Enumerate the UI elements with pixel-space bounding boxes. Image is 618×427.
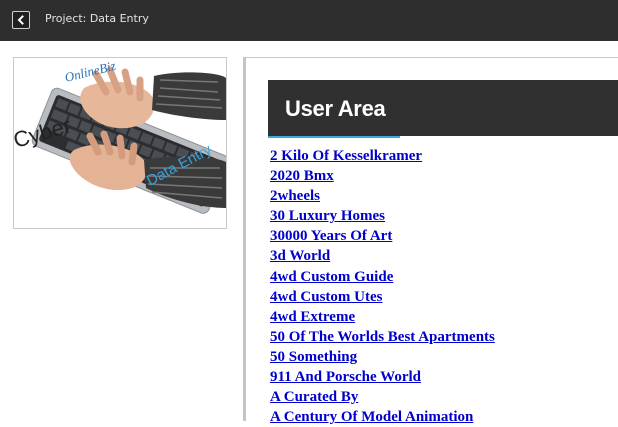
list-item: 4wd Custom Utes — [270, 287, 495, 307]
list-item: 30000 Years Of Art — [270, 226, 495, 246]
list-item: 4wd Custom Guide — [270, 267, 495, 287]
user-area-header: User Area — [268, 80, 618, 136]
chevron-left-icon — [17, 15, 24, 25]
project-link[interactable]: 30000 Years Of Art — [270, 228, 392, 244]
project-link[interactable]: 2 Kilo Of Kesselkramer — [270, 148, 422, 164]
list-item: 50 Of The Worlds Best Apartments — [270, 327, 495, 347]
list-item: 2020 Bmx — [270, 166, 495, 186]
project-link[interactable]: 50 Of The Worlds Best Apartments — [270, 329, 495, 345]
list-item: 911 And Porsche World — [270, 367, 495, 387]
project-thumbnail: Cyber OnlineBiz Data Entry — [13, 57, 227, 229]
back-button[interactable] — [12, 11, 30, 29]
project-link[interactable]: A Curated By — [270, 389, 358, 405]
project-link-list: 2 Kilo Of Kesselkramer 2020 Bmx 2wheels 30 … — [270, 146, 495, 427]
list-item: A Century Of Model Animation — [270, 407, 495, 427]
top-bar: Project: Data Entry — [0, 0, 618, 41]
list-item: 3d World — [270, 246, 495, 266]
content-divider — [243, 57, 246, 421]
project-link[interactable]: 911 And Porsche World — [270, 369, 421, 385]
project-title: Project: Data Entry — [45, 12, 149, 25]
project-link[interactable]: 2020 Bmx — [270, 168, 334, 184]
list-item: 2 Kilo Of Kesselkramer — [270, 146, 495, 166]
project-link[interactable]: A Century Of Model Animation — [270, 409, 473, 425]
content-top-border — [246, 57, 618, 58]
project-link[interactable]: 50 Something — [270, 349, 357, 365]
project-link[interactable]: 30 Luxury Homes — [270, 208, 385, 224]
project-link[interactable]: 2wheels — [270, 188, 320, 204]
list-item: A Curated By — [270, 387, 495, 407]
keyboard-hands-image: Cyber OnlineBiz Data Entry — [14, 58, 226, 214]
project-link[interactable]: 3d World — [270, 248, 330, 264]
list-item: 4wd Extreme — [270, 307, 495, 327]
thumbnail-brand-script: OnlineBiz — [63, 58, 117, 85]
project-link[interactable]: 4wd Custom Guide — [270, 269, 393, 285]
header-accent-line — [268, 136, 400, 138]
list-item: 30 Luxury Homes — [270, 206, 495, 226]
list-item: 50 Something — [270, 347, 495, 367]
list-item: 2wheels — [270, 186, 495, 206]
project-link[interactable]: 4wd Custom Utes — [270, 289, 383, 305]
project-link[interactable]: 4wd Extreme — [270, 309, 355, 325]
user-area-title: User Area — [285, 96, 386, 121]
